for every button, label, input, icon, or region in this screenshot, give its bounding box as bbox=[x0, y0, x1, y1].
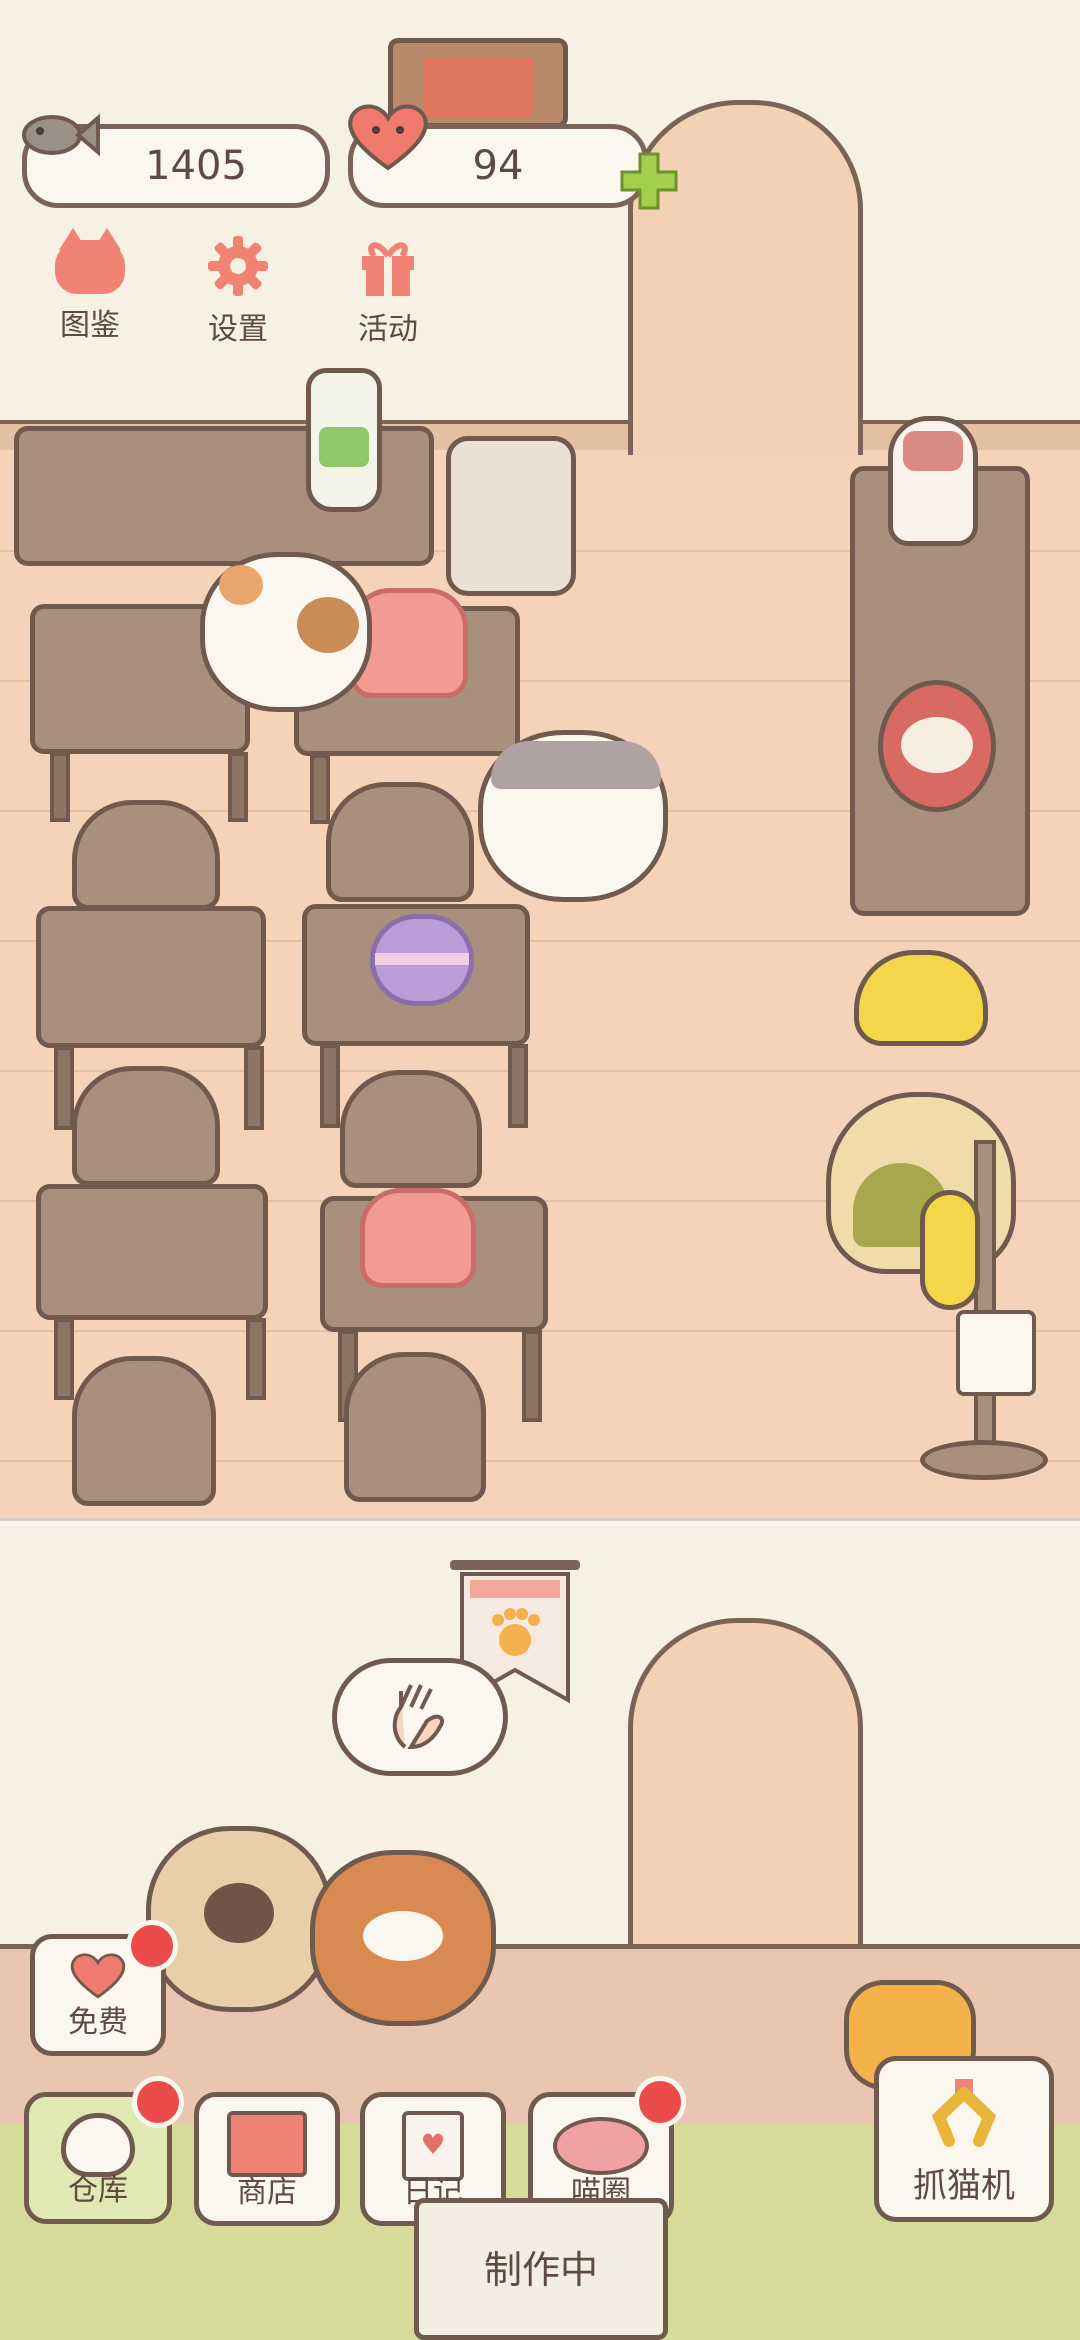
straw-hat[interactable] bbox=[920, 1190, 980, 1310]
milk-bottle[interactable] bbox=[306, 368, 382, 512]
menu-catalog-button[interactable]: 图鉴 bbox=[30, 228, 150, 344]
cafe-chair[interactable] bbox=[72, 1356, 216, 1506]
calico-cat[interactable] bbox=[200, 552, 372, 712]
gear-icon bbox=[206, 234, 270, 298]
lower-doorway[interactable] bbox=[628, 1618, 863, 1963]
claw-machine-label: 抓猫机 bbox=[913, 2166, 1015, 2206]
table-leg bbox=[310, 754, 330, 824]
gray-white-cat[interactable] bbox=[478, 730, 668, 902]
warehouse-label: 仓库 bbox=[68, 2173, 128, 2208]
food-bowl[interactable] bbox=[854, 950, 988, 1046]
table-leg bbox=[508, 1044, 528, 1128]
cafe-chair[interactable] bbox=[326, 782, 474, 902]
bottle-figurine[interactable] bbox=[888, 416, 978, 546]
fish-icon bbox=[18, 104, 100, 166]
free-label: 免费 bbox=[68, 2005, 128, 2040]
claw-icon bbox=[931, 2079, 997, 2147]
menu-catalog-label: 图鉴 bbox=[60, 308, 120, 343]
cat-circle-notification-badge bbox=[634, 2076, 686, 2128]
menu-events-button[interactable]: 活动 bbox=[328, 234, 448, 348]
purple-macaron[interactable] bbox=[370, 914, 474, 1006]
daruma-doll[interactable] bbox=[878, 680, 996, 812]
table-leg bbox=[244, 1046, 264, 1130]
add-hearts-plus-icon[interactable] bbox=[618, 150, 680, 212]
tote-bag[interactable] bbox=[956, 1310, 1036, 1396]
table-leg bbox=[50, 752, 70, 822]
cat-head-icon bbox=[55, 228, 125, 294]
table-leg bbox=[54, 1046, 74, 1130]
crafting-status-sign[interactable]: 制作中 bbox=[414, 2198, 668, 2340]
hand-wave-icon bbox=[392, 1684, 444, 1750]
cafe-table-5[interactable] bbox=[36, 1184, 268, 1320]
menu-settings-button[interactable]: 设置 bbox=[178, 234, 298, 348]
menu-events-label: 活动 bbox=[358, 312, 418, 347]
fish-count: 1405 bbox=[145, 143, 247, 189]
coat-rack-base bbox=[920, 1440, 1048, 1480]
crafting-status-label: 制作中 bbox=[483, 2248, 598, 2292]
table-leg bbox=[320, 1044, 340, 1128]
cafe-table-3[interactable] bbox=[36, 906, 266, 1048]
table-leg bbox=[522, 1330, 542, 1422]
orange-tabby-cat[interactable] bbox=[310, 1850, 496, 2026]
shop-label: 商店 bbox=[237, 2175, 297, 2210]
cafe-chair[interactable] bbox=[344, 1352, 486, 1502]
table-leg bbox=[54, 1318, 74, 1400]
speech-bubble-wave[interactable] bbox=[332, 1658, 508, 1776]
table-leg bbox=[228, 752, 248, 822]
heart-icon bbox=[70, 1953, 126, 1999]
heart-icon bbox=[342, 98, 434, 174]
cafe-chair[interactable] bbox=[340, 1070, 482, 1188]
gift-icon bbox=[356, 234, 420, 298]
coat-rack bbox=[974, 1140, 996, 1468]
menu-settings-label: 设置 bbox=[208, 312, 268, 347]
table-leg bbox=[246, 1318, 266, 1400]
cafe-chair[interactable] bbox=[72, 800, 220, 910]
claw-machine-button[interactable]: 抓猫机 bbox=[874, 2056, 1054, 2222]
pink-jelly[interactable] bbox=[360, 1188, 476, 1288]
shop-button[interactable]: 商店 bbox=[194, 2092, 340, 2226]
free-notification-badge bbox=[126, 1920, 178, 1972]
trash-bin[interactable] bbox=[446, 436, 576, 596]
siamese-cat[interactable] bbox=[146, 1826, 332, 2012]
cafe-chair[interactable] bbox=[72, 1066, 220, 1186]
warehouse-notification-badge bbox=[132, 2076, 184, 2128]
